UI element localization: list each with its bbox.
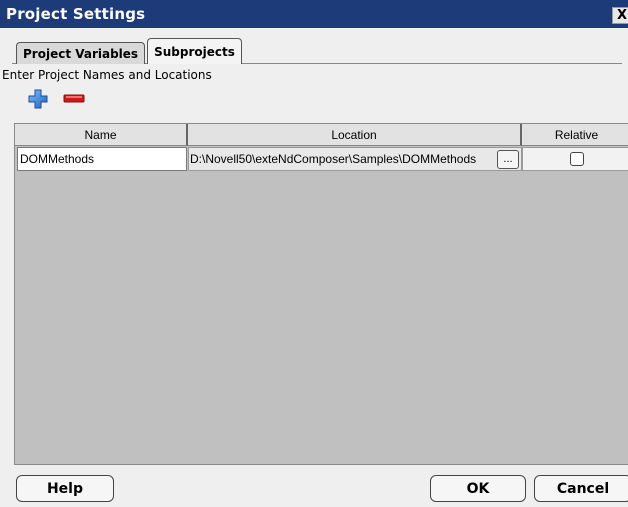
close-button[interactable]: X [612, 7, 628, 24]
plus-icon [28, 89, 48, 109]
remove-subproject-button[interactable] [62, 88, 86, 110]
help-button[interactable]: Help [16, 475, 114, 502]
column-header-location[interactable]: Location [188, 124, 522, 146]
cancel-button[interactable]: Cancel [534, 475, 628, 502]
add-subproject-button[interactable] [26, 88, 50, 110]
location-cell[interactable]: D:\Novell50\exteNdComposer\Samples\DOMMe… [188, 147, 522, 171]
tab-strip: Project Variables Subprojects [16, 38, 244, 64]
ok-button[interactable]: OK [430, 475, 526, 502]
table-header: Name Location Relative [15, 124, 628, 146]
table-row: DOMMethods D:\Novell50\exteNdComposer\Sa… [15, 147, 628, 171]
window-title: Project Settings [6, 5, 146, 23]
location-value: D:\Novell50\exteNdComposer\Samples\DOMMe… [190, 152, 477, 166]
title-bar[interactable]: Project Settings X [0, 0, 628, 28]
project-settings-dialog: Project Settings X Project Variables Sub… [0, 0, 628, 507]
tab-project-variables[interactable]: Project Variables [16, 42, 146, 64]
subprojects-table: Name Location Relative DOMMethods D:\Nov… [14, 123, 628, 465]
relative-checkbox[interactable] [569, 152, 584, 166]
close-icon: X [616, 8, 628, 23]
browse-button[interactable]: ... [497, 150, 519, 169]
relative-cell [522, 147, 628, 171]
ellipsis-icon: ... [503, 153, 513, 165]
instruction-label: Enter Project Names and Locations [2, 68, 212, 82]
column-header-relative[interactable]: Relative [522, 124, 628, 146]
tab-subprojects[interactable]: Subprojects [147, 38, 242, 64]
column-header-name[interactable]: Name [15, 124, 188, 146]
minus-icon [63, 94, 85, 103]
name-cell-input[interactable]: DOMMethods [17, 147, 187, 171]
